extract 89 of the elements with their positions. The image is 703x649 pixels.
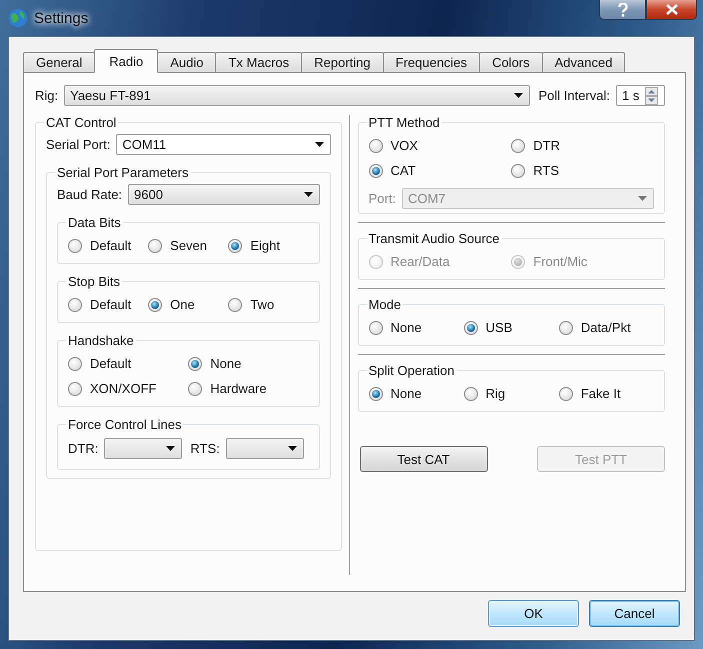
field-label: Rig: [35,88,58,103]
close-button[interactable] [646,0,697,20]
radio-button[interactable] [558,386,573,400]
radio-label: USB [486,320,512,335]
radio-label: CAT [390,163,416,178]
action-button[interactable]: Test CAT [360,446,488,472]
radio-label: Eight [250,238,280,253]
spin-arrows-icon [645,86,658,104]
tab[interactable]: Reporting [301,52,384,72]
poll-interval-field[interactable]: 1 s [616,85,665,106]
group-title: Split Operation [368,363,456,378]
radio-label: RTS [533,163,560,178]
radio-label: None [390,386,422,401]
radio-label: Default [90,297,132,312]
radio-button[interactable] [368,320,382,334]
radio-label: VOX [390,138,418,153]
radio-button[interactable] [228,298,242,312]
dialog-button[interactable]: OK [488,600,579,627]
radio-label: Default [90,238,132,253]
window-title: Settings [34,10,88,26]
group-title: Handshake [67,333,135,348]
radio-label: DTR [533,138,560,153]
serial-port-dropdown[interactable]: COM11 [116,134,330,155]
radio-label: None [210,356,242,371]
caret-icon [166,446,176,451]
field-label: Port: [368,191,396,206]
group-title: Data Bits [67,215,122,230]
radio-button[interactable] [68,382,82,396]
radio-label: Front/Mic [533,254,588,269]
rig-dropdown[interactable]: Yaesu FT-891 [64,85,530,106]
field-label: Baud Rate: [57,187,122,202]
radio-label: Data/Pkt [580,320,631,335]
baud-rate-dropdown[interactable]: 9600 [128,184,320,205]
radio-label: One [170,297,195,312]
field-label: Poll Interval: [538,88,610,103]
radio-button[interactable] [188,382,202,396]
caret-icon [638,196,647,201]
close-icon [666,4,678,15]
radio-button[interactable] [148,298,162,312]
radio-button[interactable] [558,320,573,334]
radio-button[interactable] [68,356,82,370]
radio-button[interactable] [464,386,478,400]
group-title: Transmit Audio Source [368,231,501,246]
radio-label: Rear/Data [390,254,450,269]
radio-button[interactable] [188,356,202,370]
radio-button[interactable] [511,164,526,178]
group-title: Mode [368,297,402,312]
caret-icon [304,192,312,197]
tab[interactable]: Advanced [542,52,626,72]
field-label: RTS: [190,441,220,456]
control-line-dropdown[interactable] [226,438,304,459]
group-title: PTT Method [368,115,441,130]
caret-icon [514,93,524,98]
group-title: CAT Control [45,115,118,130]
radio-button[interactable] [228,238,242,252]
radio-button[interactable] [464,320,478,334]
radio-label: Hardware [210,381,267,396]
group-title: Force Control Lines [67,417,182,432]
radio-button[interactable] [368,138,382,152]
group-title: Serial Port Parameters [56,165,190,180]
tab[interactable]: Radio [94,49,158,73]
field-label: Serial Port: [46,137,110,152]
control-line-dropdown[interactable] [104,438,182,459]
radio-label: Rig [486,386,506,401]
radio-button[interactable] [368,386,382,400]
radio-button[interactable] [68,238,82,252]
tab[interactable]: General [23,52,96,72]
help-button[interactable] [599,0,646,20]
radio-label: Seven [170,238,208,253]
radio-button[interactable] [148,238,162,252]
tab[interactable]: Frequencies [382,52,480,72]
radio-label: Default [90,356,132,371]
tab[interactable]: Tx Macros [215,52,302,72]
radio-label: Two [250,297,274,312]
radio-label: None [390,320,422,335]
radio-button[interactable] [368,164,382,178]
caret-icon [288,446,297,451]
caret-icon [314,142,324,147]
dialog-button[interactable]: Cancel [589,600,680,627]
radio-label: Fake It [580,386,621,401]
field-label: DTR: [68,441,98,456]
radio-button[interactable] [511,138,526,152]
tab[interactable]: Colors [479,52,543,72]
radio-button[interactable] [68,298,82,312]
help-icon [618,2,628,16]
group-title: Stop Bits [67,274,122,289]
tab[interactable]: Audio [157,52,216,72]
radio-label: XON/XOFF [90,381,156,396]
globe-icon [8,8,28,28]
